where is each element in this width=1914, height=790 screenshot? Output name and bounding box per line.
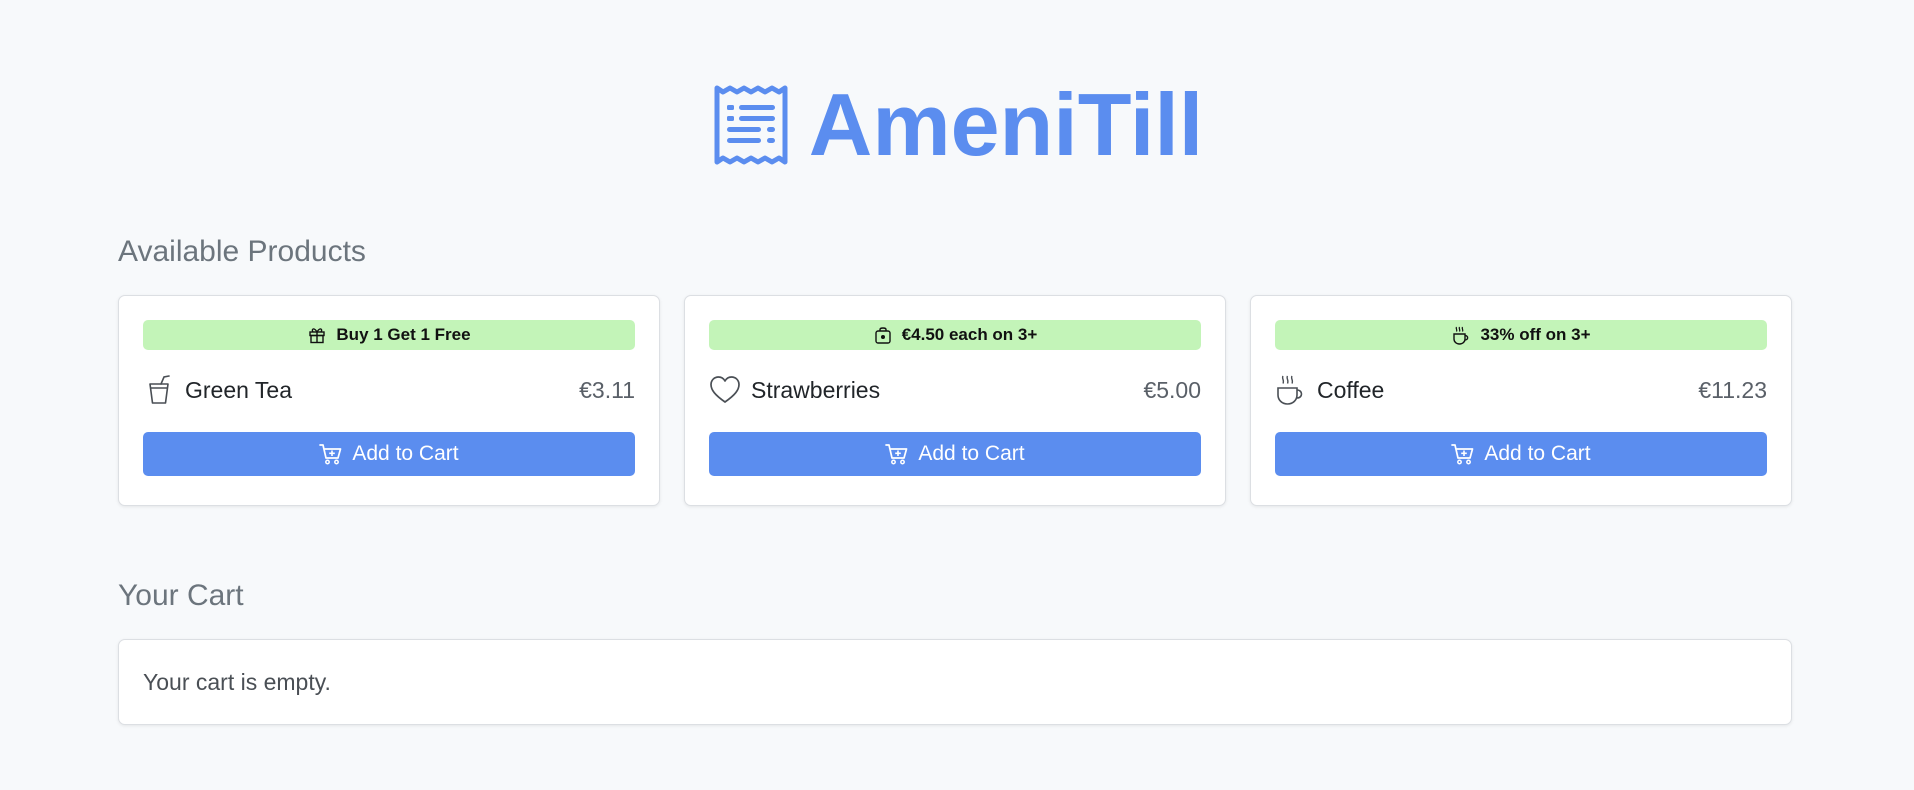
- add-to-cart-button[interactable]: Add to Cart: [143, 432, 635, 476]
- heart-icon: [709, 373, 741, 407]
- promo-badge-label: Buy 1 Get 1 Free: [336, 325, 471, 344]
- product-card-green-tea: Buy 1 Get 1 Free Green Tea €3.11 Add to …: [118, 295, 660, 506]
- add-to-cart-button[interactable]: Add to Cart: [709, 432, 1201, 476]
- add-to-cart-label: Add to Cart: [352, 442, 459, 465]
- promo-badge-label: €4.50 each on 3+: [901, 325, 1038, 344]
- product-info: Green Tea €3.11: [143, 372, 635, 408]
- product-card-strawberries: €4.50 each on 3+ Strawberries €5.00 Add …: [684, 295, 1226, 506]
- cup-straw-icon: [143, 373, 175, 407]
- hot-cup-icon: [1275, 373, 1307, 407]
- promo-badge: 33% off on 3+: [1275, 320, 1767, 350]
- product-name: Green Tea: [185, 376, 292, 403]
- add-to-cart-button[interactable]: Add to Cart: [1275, 432, 1767, 476]
- app-header: AmeniTill: [0, 70, 1914, 180]
- product-price: €5.00: [1143, 376, 1201, 403]
- cart-panel: Your cart is empty.: [118, 639, 1792, 725]
- add-to-cart-label: Add to Cart: [1484, 442, 1591, 465]
- promo-badge: €4.50 each on 3+: [709, 320, 1201, 350]
- cart-plus-icon: [319, 442, 343, 466]
- product-card-coffee: 33% off on 3+ Coffee €11.23 Add to Cart: [1250, 295, 1792, 506]
- cart-section-title: Your Cart: [118, 579, 244, 612]
- products-section-title: Available Products: [118, 235, 366, 268]
- promo-badge-label: 33% off on 3+: [1480, 325, 1591, 344]
- add-to-cart-label: Add to Cart: [918, 442, 1025, 465]
- hot-cup-icon: [1451, 325, 1471, 345]
- gift-icon: [307, 325, 327, 345]
- product-price: €3.11: [579, 376, 635, 403]
- app-title: AmeniTill: [808, 75, 1204, 174]
- receipt-icon: [711, 81, 791, 169]
- product-info: Coffee €11.23: [1275, 372, 1767, 408]
- promo-badge: Buy 1 Get 1 Free: [143, 320, 635, 350]
- product-name: Coffee: [1317, 376, 1385, 403]
- bag-icon: [873, 325, 893, 345]
- product-price: €11.23: [1698, 376, 1767, 403]
- product-name: Strawberries: [751, 376, 881, 403]
- cart-plus-icon: [1451, 442, 1475, 466]
- product-info: Strawberries €5.00: [709, 372, 1201, 408]
- cart-plus-icon: [885, 442, 909, 466]
- cart-empty-message: Your cart is empty.: [143, 668, 331, 695]
- product-list: Buy 1 Get 1 Free Green Tea €3.11 Add to …: [118, 295, 1792, 506]
